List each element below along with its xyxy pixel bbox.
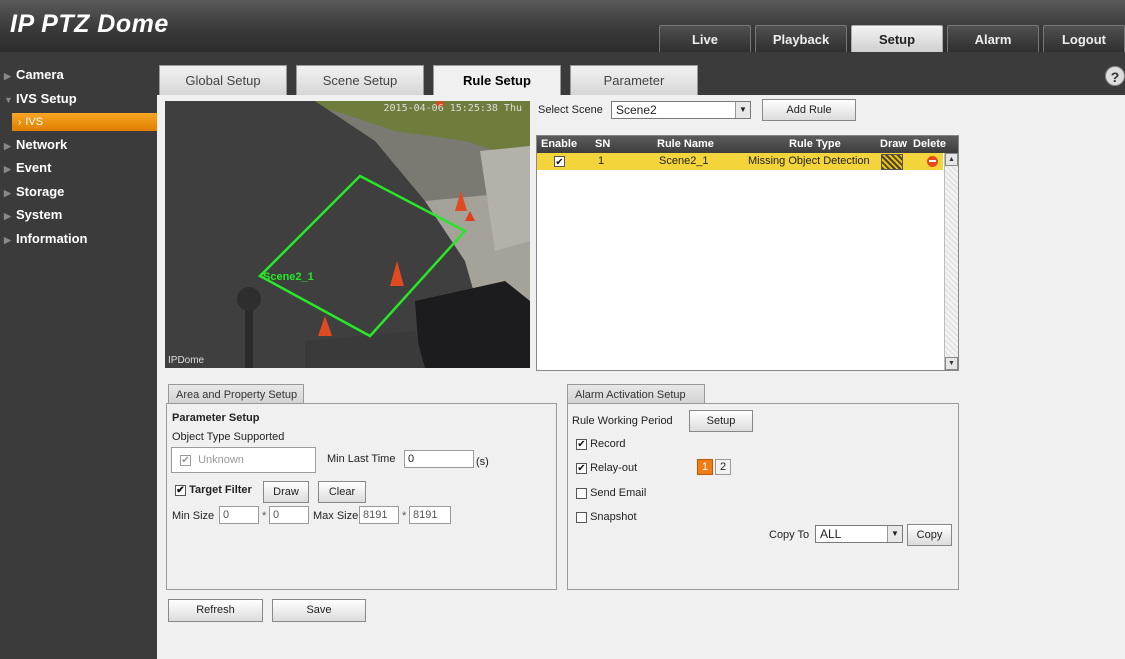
sidebar-item-network[interactable]: ▶ Network [0,134,157,156]
expand-arrow-icon: ▶ [4,164,11,174]
refresh-button[interactable]: Refresh [168,599,263,622]
checkbox-icon [576,511,587,523]
min-size-height-input[interactable]: 0 [269,506,309,524]
min-last-time-input[interactable]: 0 [404,450,474,468]
expand-arrow-icon: ▶ [4,211,11,221]
column-header: Rule Type [789,138,841,150]
expand-arrow-icon: ▶ [4,188,11,198]
sidebar-item-ivs-setup[interactable]: ▼ IVS Setup [0,88,157,110]
sidebar-item-event[interactable]: ▶ Event [0,157,157,179]
times-sign: * [402,510,407,522]
camera-scene-image [165,101,530,368]
tab-scene-setup[interactable]: Scene Setup [296,65,424,95]
scene-select[interactable]: Scene2 ▼ [611,101,751,119]
alarm-setup-tab: Alarm Activation Setup [567,384,705,404]
rule-overlay-label: Scene2_1 [263,271,314,283]
minus-icon [929,160,936,162]
checkbox-icon: ✔ [175,484,186,496]
table-row[interactable]: ✔ 1 Scene2_1 Missing Object Detection [537,153,943,170]
max-size-width-input[interactable]: 8191 [359,506,399,524]
sidebar-item-ivs[interactable]: › IVS [12,113,157,131]
rule-enable-checkbox[interactable]: ✔ [554,156,565,168]
delete-icon[interactable] [927,156,938,167]
select-scene-label: Select Scene [538,104,603,116]
max-size-label: Max Size [313,510,359,522]
table-header: Enable SN Rule Name Rule Type Draw Delet… [537,136,958,153]
chevron-right-icon: › [18,117,22,128]
column-header: SN [595,138,611,150]
draw-button[interactable]: Draw [263,481,309,503]
min-size-width-input[interactable]: 0 [219,506,259,524]
times-sign: * [262,510,267,522]
column-header: Draw [880,138,907,150]
relay-2-button[interactable]: 2 [715,459,731,475]
unknown-label: Unknown [198,454,244,466]
seconds-unit: (s) [476,456,489,468]
add-rule-button[interactable]: Add Rule [762,99,856,121]
tab-global-setup[interactable]: Global Setup [159,65,287,95]
min-size-label: Min Size [172,510,215,522]
sidebar-item-camera[interactable]: ▶ Camera [0,64,157,86]
checkbox-icon: ✔ [576,438,587,450]
draw-icon[interactable] [881,154,903,170]
rule-name: Scene2_1 [659,155,709,167]
expand-arrow-icon: ▶ [4,71,11,81]
expand-arrow-icon: ▶ [4,141,11,151]
rule-type: Missing Object Detection [748,155,870,167]
save-button[interactable]: Save [272,599,366,622]
column-header: Delete [913,138,947,150]
nav-playback[interactable]: Playback [755,25,847,52]
rule-table: Enable SN Rule Name Rule Type Draw Delet… [536,135,959,371]
video-timestamp: 2015-04-06 15:25:38 Thu [383,103,522,114]
checkbox-icon: ✔ [576,462,587,474]
nav-alarm[interactable]: Alarm [947,25,1039,52]
sidebar-item-storage[interactable]: ▶ Storage [0,181,157,203]
target-filter-checkbox[interactable]: ✔ Target Filter [175,484,252,496]
object-type-box: ✔ Unknown [171,447,316,473]
table-scrollbar[interactable]: ▲ ▼ [944,153,958,370]
rule-sn: 1 [598,155,605,167]
copy-to-select[interactable]: ALL ▼ [815,525,903,543]
chevron-down-icon: ▼ [735,102,750,118]
send-email-checkbox[interactable]: Send Email [576,487,646,499]
copy-to-label: Copy To [769,529,810,541]
scroll-down-icon[interactable]: ▼ [945,357,958,370]
record-checkbox[interactable]: ✔ Record [576,438,626,450]
collapse-arrow-icon: ▼ [4,95,13,105]
column-header: Rule Name [657,138,714,150]
help-icon[interactable]: ? [1105,66,1125,86]
snapshot-checkbox[interactable]: Snapshot [576,511,637,523]
clear-button[interactable]: Clear [318,481,366,503]
working-period-setup-button[interactable]: Setup [689,410,753,432]
app-title: IP PTZ Dome [10,10,169,38]
video-preview[interactable]: 2015-04-06 15:25:38 Thu Scene2_1 IPDome [165,101,530,368]
tab-parameter[interactable]: Parameter [570,65,698,95]
chevron-down-icon: ▼ [887,526,902,542]
area-setup-tab: Area and Property Setup [168,384,304,404]
checkbox-icon: ✔ [180,454,191,466]
column-header: Enable [541,138,578,150]
scroll-up-icon[interactable]: ▲ [945,153,958,166]
max-size-height-input[interactable]: 8191 [409,506,451,524]
nav-live[interactable]: Live [659,25,751,52]
parameter-setup-heading: Parameter Setup [172,412,260,424]
checkbox-icon [576,487,587,499]
sidebar-item-system[interactable]: ▶ System [0,204,157,226]
relay-1-button[interactable]: 1 [697,459,713,475]
nav-logout[interactable]: Logout [1043,25,1125,52]
expand-arrow-icon: ▶ [4,235,11,245]
video-osd-label: IPDome [168,355,205,366]
min-last-time-label: Min Last Time [327,453,396,465]
rule-working-period-label: Rule Working Period [572,415,673,427]
nav-setup[interactable]: Setup [851,25,943,52]
object-type-label: Object Type Supported [172,431,285,443]
copy-button[interactable]: Copy [907,524,952,546]
tab-rule-setup[interactable]: Rule Setup [433,65,561,96]
sidebar-item-information[interactable]: ▶ Information [0,228,157,250]
relay-out-checkbox[interactable]: ✔ Relay-out [576,462,637,474]
